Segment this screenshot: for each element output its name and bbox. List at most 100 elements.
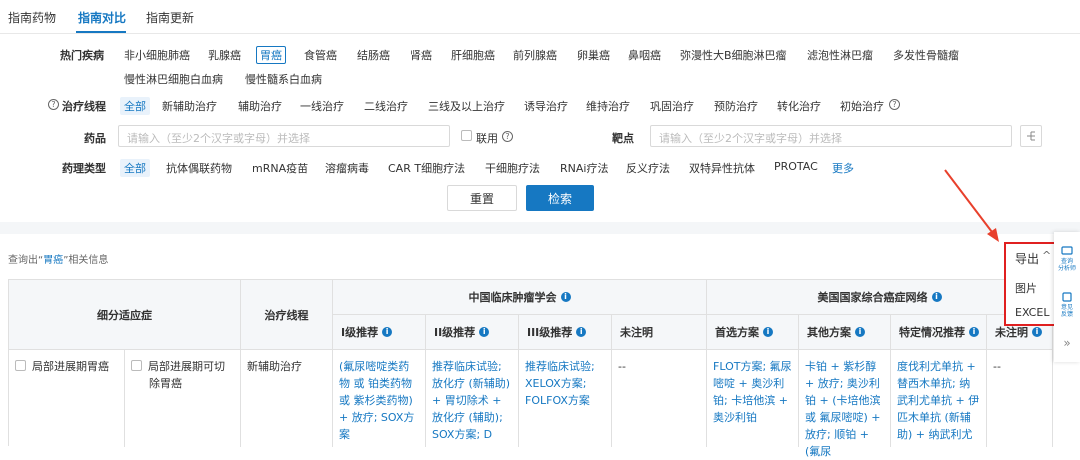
combo-checkbox[interactable] — [461, 130, 472, 141]
tab-guideline-updates[interactable]: 指南更新 — [146, 9, 194, 26]
col-csco-4: 未注明 — [612, 315, 707, 350]
info-icon[interactable]: i — [1032, 327, 1042, 337]
pharm-chip[interactable]: mRNA疫苗 — [252, 160, 308, 176]
more-link[interactable]: 更多 — [832, 160, 854, 176]
side-item-analyst-label2: 分析师 — [1057, 265, 1076, 272]
line-chip[interactable]: 预防治疗 — [714, 98, 758, 114]
row-checkbox[interactable] — [131, 360, 142, 371]
disease-chip[interactable]: 慢性淋巴细胞白血病 — [124, 71, 223, 87]
group-csco-label: 中国临床肿瘤学会 — [468, 291, 557, 304]
line-chip[interactable]: 一线治疗 — [300, 98, 344, 114]
target-search-input[interactable]: 请输入（至少2个汉字或字母）并选择 — [650, 125, 1012, 147]
pharm-chip[interactable]: 双特异性抗体 — [689, 160, 755, 176]
line-chip[interactable]: 维持治疗 — [586, 98, 630, 114]
collapse-icon[interactable]: » — [1054, 337, 1080, 349]
col-nccn-4-label: 未注明 — [995, 326, 1028, 339]
table-cell-nccn-2[interactable]: 卡铂 + 紫杉醇 + 放疗; 奥沙利铂 + (卡培他滨 或 氟尿嘧啶) + 放疗… — [799, 350, 891, 458]
info-icon[interactable]: i — [382, 327, 393, 337]
col-csco-2-label: II级推荐 — [434, 326, 476, 339]
disease-chip[interactable]: 滤泡性淋巴瘤 — [807, 47, 873, 63]
pharm-chip[interactable]: CAR T细胞疗法 — [388, 160, 465, 176]
col-subindication: 细分适应症 — [9, 280, 241, 350]
help-icon[interactable]: ? — [48, 99, 59, 110]
table-cell-csco-1[interactable]: (氟尿嘧啶类药物 或 铂类药物 或 紫杉类药物) + 放疗; SOX方案 — [333, 350, 426, 447]
drug-search-input[interactable]: 请输入（至少2个汉字或字母）并选择 — [118, 125, 450, 147]
line-chip[interactable]: 辅助治疗 — [238, 98, 282, 114]
disease-chip[interactable]: 肾癌 — [410, 47, 432, 63]
row-checkbox[interactable] — [15, 360, 26, 371]
reset-button[interactable]: 重置 — [447, 185, 517, 211]
pharm-chip-selected[interactable]: 全部 — [120, 159, 150, 177]
info-icon[interactable]: i — [763, 327, 773, 337]
pharm-label: 药理类型 — [62, 162, 106, 175]
export-button[interactable]: 导出 — [1015, 250, 1039, 267]
side-item-feedback-label1: 意见 — [1060, 304, 1073, 311]
col-csco-3-label: III级推荐 — [527, 326, 573, 339]
disease-chip[interactable]: 前列腺癌 — [513, 47, 557, 63]
pharm-chip[interactable]: 反义疗法 — [626, 160, 670, 176]
disease-chip[interactable]: 结肠癌 — [357, 47, 390, 63]
disease-chip-selected[interactable]: 胃癌 — [256, 46, 286, 64]
table-cell-nccn-1[interactable]: FLOT方案; 氟尿嘧啶 + 奥沙利铂; 卡培他滨 + 奥沙利铂 — [707, 350, 799, 447]
disease-chip[interactable]: 鼻咽癌 — [628, 47, 661, 63]
help-icon[interactable]: ? — [502, 131, 513, 142]
side-floating-panel: 查询 分析师 意见 反馈 » — [1054, 232, 1080, 362]
tab-bar: 指南药物 指南对比 指南更新 — [0, 0, 1080, 34]
tab-guideline-compare[interactable]: 指南对比 — [78, 9, 126, 26]
export-option-excel[interactable]: EXCEL — [1015, 306, 1049, 319]
subindication-text: 局部进展期可切除胃癌 — [148, 360, 225, 390]
comparison-table: 细分适应症 治疗线程 中国临床肿瘤学会 i 美国国家综合癌症网络 i I级推荐 i I… — [8, 279, 1053, 458]
info-icon[interactable]: i — [576, 327, 587, 337]
disease-chip[interactable]: 卵巢癌 — [577, 47, 610, 63]
disease-chip[interactable]: 乳腺癌 — [208, 47, 241, 63]
pharm-chip[interactable]: RNAi疗法 — [560, 160, 608, 176]
line-chip-selected[interactable]: 全部 — [120, 97, 150, 115]
target-tree-icon[interactable] — [1020, 125, 1042, 147]
line-chip[interactable]: 二线治疗 — [364, 98, 408, 114]
line-chip[interactable]: 三线及以上治疗 — [428, 98, 505, 114]
col-nccn-1: 首选方案 i — [707, 315, 799, 350]
chart-icon — [1061, 246, 1073, 255]
drug-label: 药品 — [84, 132, 106, 145]
col-nccn-3-label: 特定情况推荐 — [899, 326, 965, 339]
info-icon[interactable]: i — [969, 327, 979, 337]
line-chip[interactable]: 诱导治疗 — [524, 98, 568, 114]
line-label: 治疗线程 — [62, 100, 106, 113]
line-chip[interactable]: 转化治疗 — [777, 98, 821, 114]
info-icon[interactable]: i — [479, 327, 490, 337]
disease-chip[interactable]: 弥漫性大B细胞淋巴瘤 — [680, 47, 787, 63]
col-csco-2: II级推荐 i — [426, 315, 519, 350]
line-chip[interactable]: 初始治疗 — [840, 98, 884, 114]
export-option-image[interactable]: 图片 — [1015, 280, 1037, 296]
disease-chip[interactable]: 肝细胞癌 — [451, 47, 495, 63]
tab-guideline-drugs[interactable]: 指南药物 — [8, 9, 56, 26]
disease-chip[interactable]: 非小细胞肺癌 — [124, 47, 190, 63]
line-chip[interactable]: 巩固治疗 — [650, 98, 694, 114]
active-tab-indicator — [76, 31, 126, 33]
col-csco-1: I级推荐 i — [333, 315, 426, 350]
table-cell-csco-2[interactable]: 推荐临床试验; 放化疗 (新辅助) + 胃切除术 + 放化疗 (辅助); SOX… — [426, 350, 519, 447]
chevron-up-icon[interactable]: ^ — [1042, 249, 1051, 262]
disease-chip[interactable]: 食管癌 — [304, 47, 337, 63]
pharm-chip[interactable]: 溶瘤病毒 — [325, 160, 369, 176]
side-item-feedback[interactable]: 意见 反馈 — [1054, 292, 1080, 318]
pharm-chip[interactable]: 干细胞疗法 — [485, 160, 540, 176]
side-item-analyst[interactable]: 查询 分析师 — [1054, 246, 1080, 272]
table-cell-line: 新辅助治疗 — [241, 350, 333, 447]
pharm-chip[interactable]: PROTAC — [774, 160, 818, 173]
search-button[interactable]: 检索 — [526, 185, 594, 211]
info-icon[interactable]: i — [931, 292, 942, 302]
table-cell-csco-3[interactable]: 推荐临床试验; XELOX方案; FOLFOX方案 — [519, 350, 612, 447]
info-icon[interactable]: i — [855, 327, 865, 337]
disease-chip[interactable]: 慢性髓系白血病 — [245, 71, 322, 87]
group-nccn: 美国国家综合癌症网络 i — [707, 280, 1053, 315]
table-cell-nccn-3[interactable]: 度伐利尤单抗 + 替西木单抗; 纳武利尤单抗 + 伊匹木单抗 (新辅助) + 纳… — [891, 350, 987, 447]
pharm-chip[interactable]: 抗体偶联药物 — [166, 160, 232, 176]
col-nccn-2: 其他方案 i — [799, 315, 891, 350]
info-icon[interactable]: i — [560, 292, 571, 302]
disease-chip[interactable]: 多发性骨髓瘤 — [893, 47, 959, 63]
help-icon[interactable]: ? — [889, 99, 900, 110]
disease-label: 热门疾病 — [60, 49, 104, 62]
side-item-feedback-label2: 反馈 — [1060, 311, 1073, 318]
line-chip[interactable]: 新辅助治疗 — [162, 98, 217, 114]
